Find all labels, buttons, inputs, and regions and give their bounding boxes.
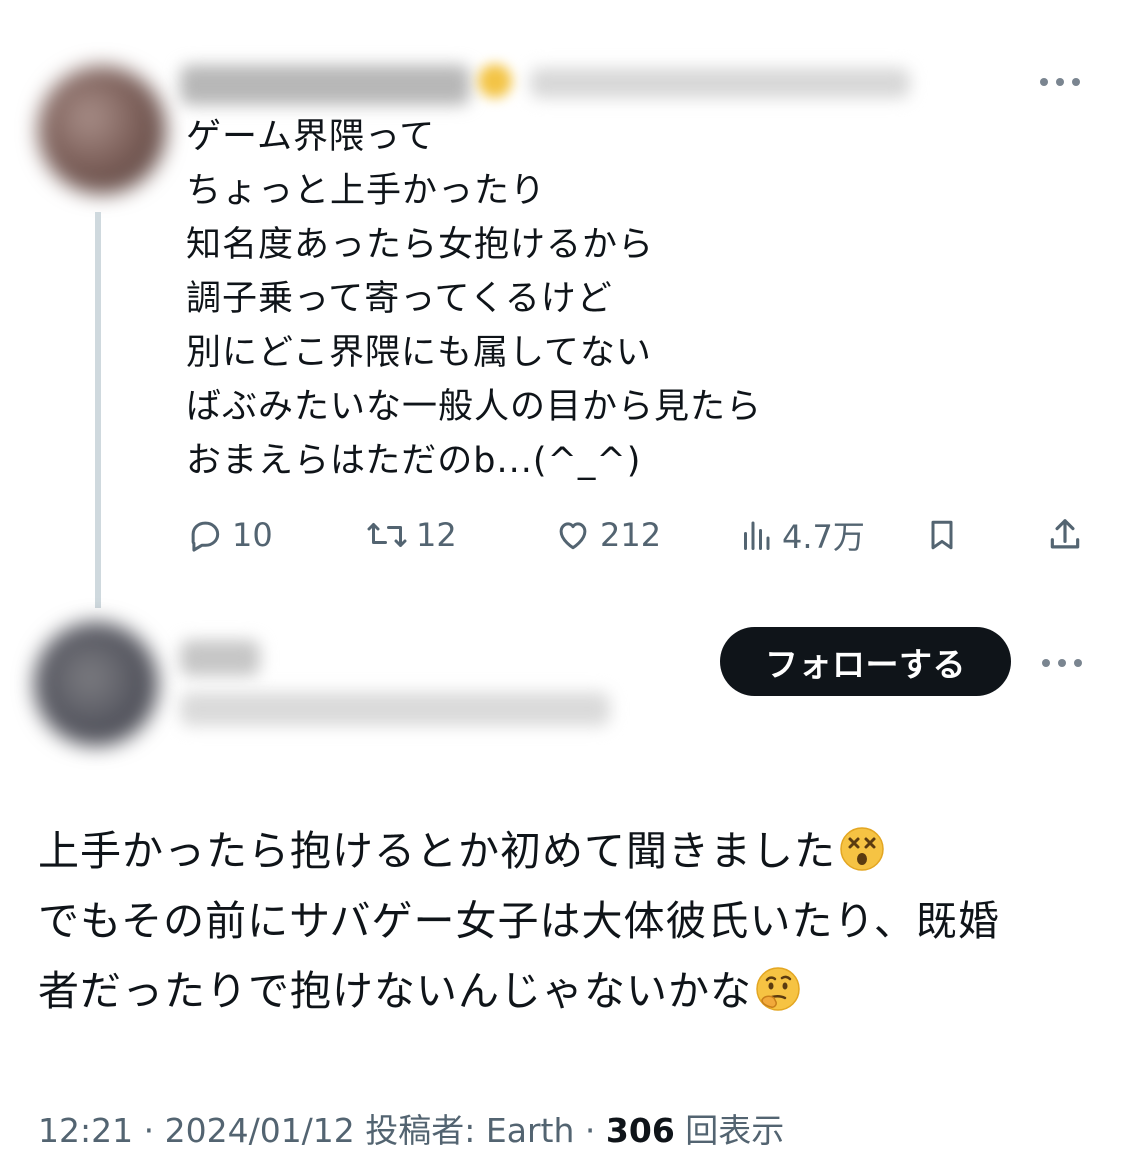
- more-horizontal-icon[interactable]: [1040, 75, 1082, 89]
- views-bar-chart-icon: [738, 516, 774, 554]
- reply-line-text: 者だったりで抱けないんじゃないかな: [38, 967, 752, 1015]
- views-button[interactable]: 4.7万: [738, 515, 865, 556]
- parent-tweet-text: ゲーム界隈って ちょっと上手かったり 知名度あったら女抱けるから 調子乗って寄っ…: [186, 110, 966, 488]
- reply-author-handle-redacted[interactable]: [180, 692, 610, 726]
- reply-line-text: 上手かったら抱けるとか初めて聞きました: [38, 827, 836, 875]
- parent-tweet-line: 調子乗って寄ってくるけど: [186, 279, 613, 319]
- heart-icon: [554, 516, 592, 554]
- tweet-time[interactable]: 12:21: [38, 1111, 133, 1150]
- parent-author-handle-redacted[interactable]: [530, 68, 910, 98]
- like-count: 212: [600, 516, 662, 554]
- posted-by-label: 投稿者: Earth: [365, 1111, 575, 1150]
- parent-tweet-line: おまえらはただのb...(^_^): [186, 441, 642, 481]
- tweet-meta-row: 12:21 · 2024/01/12 投稿者: Earth · 306 回表示: [38, 1104, 784, 1152]
- parent-tweet-line: 知名度あったら女抱けるから: [186, 225, 655, 265]
- bookmark-button[interactable]: [924, 515, 960, 555]
- view-count: 306: [605, 1111, 675, 1150]
- reply-author-name-redacted[interactable]: [180, 640, 260, 676]
- reply-button[interactable]: 10: [186, 515, 273, 555]
- meta-separator: ·: [574, 1111, 606, 1150]
- retweet-count: 12: [416, 516, 457, 554]
- parent-author-name-redacted[interactable]: [180, 65, 470, 105]
- parent-tweet-line: ばぶみたいな一般人の目から見たら: [186, 387, 763, 427]
- follow-button[interactable]: フォローする: [720, 627, 1011, 696]
- reply-tweet-line: でもその前にサバゲー女子は大体彼氏いたり、既婚: [38, 897, 1000, 945]
- dizzy-face-emoji-icon: [838, 825, 886, 873]
- retweet-button[interactable]: 12: [366, 515, 457, 555]
- reply-tweet-text: 上手かったら抱けるとか初めて聞きました でもその前にサバゲー女子は大体彼氏いたり…: [38, 816, 1098, 1026]
- bookmark-icon: [924, 516, 960, 554]
- share-icon: [1046, 516, 1084, 554]
- parent-author-avatar[interactable]: [38, 66, 166, 194]
- retweet-icon: [366, 516, 408, 554]
- thread-connector-line: [95, 212, 101, 608]
- reply-tweet-line: 上手かったら抱けるとか初めて聞きました: [38, 816, 1098, 886]
- meta-separator: ·: [133, 1111, 165, 1150]
- parent-tweet-line: 別にどこ界隈にも属してない: [186, 333, 652, 373]
- like-button[interactable]: 212: [554, 515, 661, 555]
- share-button[interactable]: [1046, 515, 1084, 555]
- parent-author-name-emoji-redacted: [478, 64, 512, 98]
- views-label: 回表示: [685, 1111, 785, 1150]
- parent-tweet-line: ちょっと上手かったり: [186, 171, 547, 211]
- views-count: 4.7万: [782, 518, 865, 556]
- reply-count: 10: [232, 516, 273, 554]
- reply-bubble-icon: [186, 516, 224, 554]
- parent-tweet-line: ゲーム界隈って: [186, 117, 436, 157]
- thinking-face-emoji-icon: [754, 965, 802, 1013]
- reply-author-avatar[interactable]: [34, 622, 158, 746]
- reply-tweet-line: 者だったりで抱けないんじゃないかな: [38, 956, 1098, 1026]
- tweet-date[interactable]: 2024/01/12: [165, 1111, 355, 1150]
- more-horizontal-icon[interactable]: [1042, 656, 1084, 670]
